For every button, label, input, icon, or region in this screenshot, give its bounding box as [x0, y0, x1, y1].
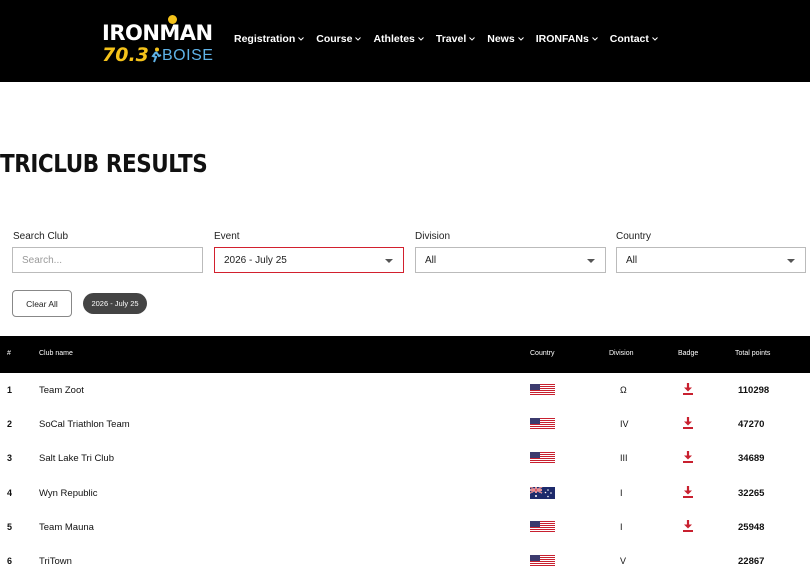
- logo-line2: 70.3: [102, 44, 149, 66]
- caret-down-icon: [385, 259, 393, 263]
- col-club-name: Club name: [39, 350, 73, 357]
- col-rank: #: [7, 350, 11, 357]
- clear-all-button[interactable]: Clear All: [12, 290, 72, 317]
- row-division: III: [620, 453, 628, 464]
- nav-label: News: [487, 33, 515, 45]
- main-nav: Registration Course Athletes Travel News…: [234, 33, 670, 45]
- table-row[interactable]: 6 TriTown V 22867: [0, 544, 810, 578]
- nav-course[interactable]: Course: [316, 33, 362, 45]
- nav-label: IRONFANs: [535, 33, 589, 45]
- row-total-points: 47270: [738, 419, 765, 431]
- logo-line1: IRONMAN: [102, 21, 213, 45]
- row-division: Ω: [620, 385, 627, 395]
- row-club-name[interactable]: Salt Lake Tri Club: [39, 453, 114, 464]
- chevron-down-icon: [591, 37, 598, 41]
- row-total-points: 22867: [738, 556, 765, 567]
- active-filter-chip[interactable]: 2026 - July 25: [83, 293, 147, 314]
- nav-label: Travel: [435, 33, 467, 45]
- row-division: V: [620, 556, 627, 566]
- nav-athletes[interactable]: Athletes: [373, 33, 424, 45]
- country-select-value: All: [626, 254, 638, 266]
- table-row[interactable]: 3 Salt Lake Tri Club III 34689: [0, 441, 810, 475]
- caret-down-icon: [587, 259, 595, 263]
- site-header: IRONMAN 70.3 BOISE Registration Course A…: [0, 0, 810, 82]
- table-row[interactable]: 5 Team Mauna I 25948: [0, 510, 810, 544]
- event-select[interactable]: 2026 - July 25: [214, 247, 404, 273]
- row-rank: 2: [7, 419, 13, 430]
- row-rank: 5: [7, 521, 13, 532]
- usa-flag-icon: [530, 418, 555, 431]
- download-badge-icon[interactable]: [682, 450, 694, 464]
- search-club-input[interactable]: Search...: [12, 247, 203, 273]
- row-total-points: 32265: [738, 487, 765, 499]
- nav-contact[interactable]: Contact: [610, 33, 658, 45]
- page-title: TRICLUB RESULTS: [0, 149, 208, 178]
- usa-flag-icon: [530, 520, 555, 533]
- table-row[interactable]: 2 SoCal Triathlon Team IV 47270: [0, 407, 810, 441]
- division-select[interactable]: All: [415, 247, 606, 273]
- nav-label: Contact: [609, 33, 649, 45]
- row-total-points: 110298: [738, 385, 770, 396]
- table-row[interactable]: 4 Wyn Republic I 32265: [0, 476, 810, 510]
- nav-registration[interactable]: Registration: [234, 33, 305, 45]
- row-division: I: [620, 521, 623, 532]
- download-badge-icon[interactable]: [682, 382, 694, 396]
- country-select[interactable]: All: [616, 247, 806, 273]
- col-total-points: Total points: [735, 350, 771, 357]
- ironman-logo[interactable]: IRONMAN 70.3 BOISE: [102, 14, 216, 68]
- nav-label: Course: [316, 33, 353, 45]
- runner-icon: [151, 47, 162, 63]
- table-header: # Club name Country Division Badge Total…: [0, 336, 810, 373]
- col-badge: Badge: [678, 350, 699, 357]
- row-club-name[interactable]: Team Mauna: [39, 522, 94, 533]
- row-club-name[interactable]: TriTown: [39, 556, 72, 567]
- nav-label: Athletes: [373, 33, 415, 45]
- logo-line3: BOISE: [162, 47, 214, 64]
- chevron-down-icon: [355, 37, 362, 41]
- row-club-name[interactable]: SoCal Triathlon Team: [39, 419, 130, 430]
- row-rank: 3: [7, 453, 13, 464]
- download-badge-icon[interactable]: [682, 519, 694, 533]
- usa-flag-icon: [530, 384, 555, 396]
- row-total-points: 25948: [738, 521, 765, 533]
- event-select-value: 2026 - July 25: [224, 254, 287, 266]
- row-division: I: [620, 487, 623, 498]
- nav-label: Registration: [234, 33, 296, 45]
- nav-travel[interactable]: Travel: [435, 33, 476, 45]
- country-label: Country: [616, 231, 652, 242]
- event-label: Event: [214, 231, 240, 242]
- row-total-points: 34689: [738, 453, 765, 465]
- nav-ironfans[interactable]: IRONFANs: [536, 33, 598, 45]
- download-badge-icon[interactable]: [682, 416, 694, 430]
- row-club-name[interactable]: Team Zoot: [39, 385, 84, 396]
- row-rank: 4: [7, 487, 13, 498]
- table-row[interactable]: 1 Team Zoot Ω 110298: [0, 373, 810, 407]
- col-country: Country: [530, 350, 555, 357]
- chevron-down-icon: [652, 37, 658, 41]
- chevron-down-icon: [469, 37, 476, 41]
- chevron-down-icon: [418, 37, 424, 41]
- usa-flag-icon: [530, 452, 555, 465]
- usa-flag-icon: [530, 555, 555, 567]
- row-club-name[interactable]: Wyn Republic: [39, 488, 98, 499]
- division-select-value: All: [425, 254, 437, 266]
- chevron-down-icon: [298, 37, 305, 41]
- download-badge-icon[interactable]: [682, 485, 694, 499]
- division-label: Division: [415, 231, 451, 242]
- caret-down-icon: [787, 259, 795, 263]
- row-division: IV: [620, 419, 629, 430]
- row-rank: 1: [7, 385, 13, 395]
- nav-news[interactable]: News: [487, 33, 524, 45]
- chevron-down-icon: [517, 37, 524, 41]
- search-club-label: Search Club: [13, 231, 69, 242]
- australia-flag-icon: [529, 485, 555, 499]
- row-rank: 6: [7, 556, 13, 566]
- col-division: Division: [609, 350, 634, 357]
